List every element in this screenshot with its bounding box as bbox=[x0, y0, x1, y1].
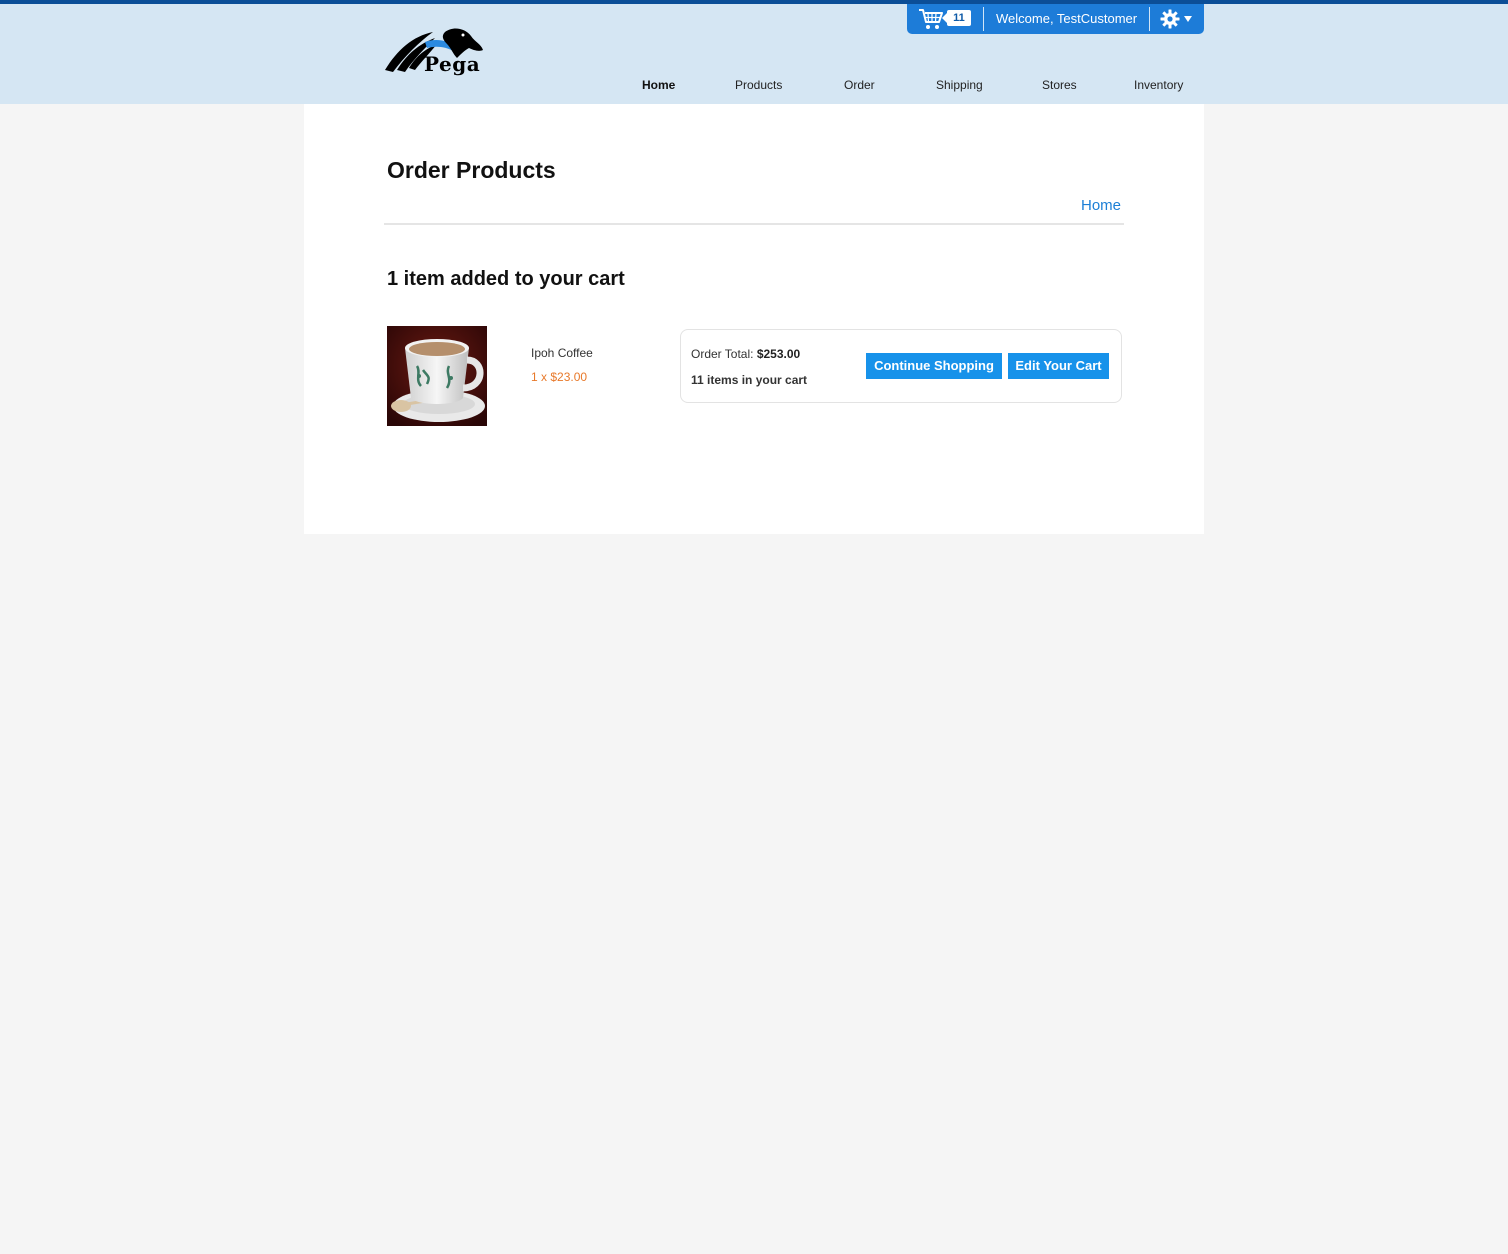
divider bbox=[384, 223, 1124, 225]
cart-count-badge[interactable]: 11 bbox=[942, 10, 971, 26]
order-total-value: $253.00 bbox=[756, 347, 801, 361]
product-name: Ipoh Coffee bbox=[531, 346, 593, 360]
nav-products[interactable]: Products bbox=[735, 78, 782, 92]
gear-icon[interactable] bbox=[1160, 9, 1180, 29]
caret-down-icon[interactable] bbox=[1184, 16, 1192, 22]
product-image[interactable] bbox=[387, 326, 487, 426]
added-to-cart-heading: 1 item added to your cart bbox=[387, 268, 625, 290]
header: Pega 11 Welcome, TestCustomer Home Produ… bbox=[0, 4, 1508, 104]
edit-cart-button[interactable]: Edit Your Cart bbox=[1008, 353, 1109, 379]
nav-stores[interactable]: Stores bbox=[1042, 78, 1077, 92]
nav-shipping[interactable]: Shipping bbox=[936, 78, 983, 92]
toolbar-divider bbox=[1149, 7, 1150, 31]
nav-home[interactable]: Home bbox=[642, 78, 675, 92]
nav-inventory[interactable]: Inventory bbox=[1134, 78, 1183, 92]
cart-icon[interactable] bbox=[918, 7, 944, 31]
product-price-line: 1 x $23.00 bbox=[531, 370, 588, 384]
welcome-text[interactable]: Welcome, TestCustomer bbox=[996, 11, 1137, 26]
order-total: Order Total: $253.00 bbox=[691, 347, 800, 361]
cart-summary-box: Order Total: $253.00 11 items in your ca… bbox=[680, 329, 1122, 403]
nav-order[interactable]: Order bbox=[844, 78, 875, 92]
breadcrumb-home-link[interactable]: Home bbox=[1081, 197, 1121, 214]
logo-text: Pega bbox=[424, 52, 481, 76]
main-content: Order Products Home 1 item added to your… bbox=[304, 104, 1204, 534]
page-title: Order Products bbox=[387, 157, 556, 183]
continue-shopping-button[interactable]: Continue Shopping bbox=[866, 353, 1002, 379]
user-toolbar: 11 Welcome, TestCustomer bbox=[907, 4, 1204, 34]
items-in-cart-text: 11 items in your cart bbox=[691, 373, 808, 387]
order-total-label: Order Total: bbox=[691, 347, 757, 361]
toolbar-divider bbox=[983, 7, 984, 31]
